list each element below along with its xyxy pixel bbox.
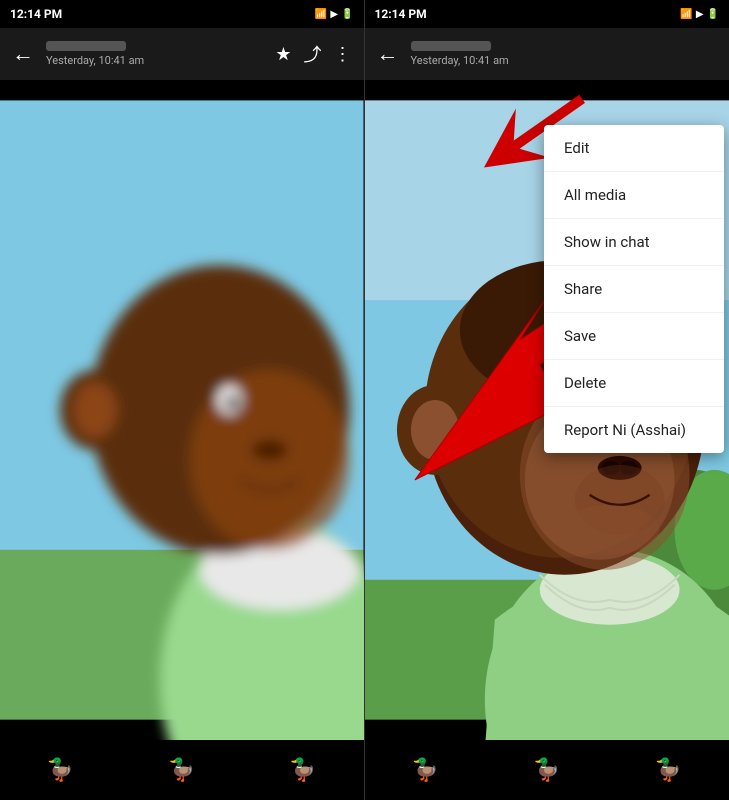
right-signal-icon: 📶 <box>680 9 692 20</box>
right-back-button[interactable]: ← <box>373 37 403 71</box>
left-status-icons: 📶 ▶ 🔋 <box>315 9 354 20</box>
right-time: 12:14 PM <box>375 7 427 21</box>
battery-icon: 🔋 <box>341 9 353 20</box>
left-header: ← Yesterday, 10:41 am ★ ⤴ ⋮ <box>0 28 364 80</box>
menu-item-share[interactable]: Share <box>544 266 724 313</box>
right-bottom-icon-2[interactable]: 🦆 <box>533 758 560 783</box>
left-panel: 12:14 PM 📶 ▶ 🔋 ← Yesterday, 10:41 am ★ ⤴… <box>0 0 364 800</box>
right-header-info: Yesterday, 10:41 am <box>411 41 722 67</box>
menu-item-delete[interactable]: Delete <box>544 360 724 407</box>
left-bottom-icon-2[interactable]: 🦆 <box>168 758 195 783</box>
right-image-area: Edit All media Show in chat Share Save D… <box>365 80 729 740</box>
right-contact-name <box>411 41 491 51</box>
left-more-icon[interactable]: ⋮ <box>330 40 356 69</box>
menu-item-report[interactable]: Report Ni (Asshai) <box>544 407 724 453</box>
left-status-bar: 12:14 PM 📶 ▶ 🔋 <box>0 0 364 28</box>
left-bottom-icon-1[interactable]: 🦆 <box>47 758 74 783</box>
right-bottom-bar: 🦆 🦆 🦆 <box>365 740 729 800</box>
left-header-actions: ★ ⤴ ⋮ <box>271 37 355 71</box>
right-status-bar: 12:14 PM 📶 ▶ 🔋 <box>365 0 729 28</box>
left-share-icon[interactable]: ⤴ <box>300 37 326 71</box>
left-back-button[interactable]: ← <box>8 37 38 71</box>
right-status-icons: 📶 ▶ 🔋 <box>680 9 719 20</box>
right-header: ← Yesterday, 10:41 am <box>365 28 729 80</box>
menu-item-save[interactable]: Save <box>544 313 724 360</box>
left-image-area <box>0 80 364 740</box>
left-bottom-bar: 🦆 🦆 🦆 <box>0 740 364 800</box>
left-bottom-icon-3[interactable]: 🦆 <box>289 758 316 783</box>
left-time: 12:14 PM <box>10 7 62 21</box>
left-star-icon[interactable]: ★ <box>271 40 295 69</box>
left-timestamp: Yesterday, 10:41 am <box>46 54 263 67</box>
menu-item-show-in-chat[interactable]: Show in chat <box>544 219 724 266</box>
left-image <box>0 80 364 740</box>
right-panel: 12:14 PM 📶 ▶ 🔋 ← Yesterday, 10:41 am <box>365 0 729 800</box>
right-bottom-icon-3[interactable]: 🦆 <box>655 758 682 783</box>
menu-item-all-media[interactable]: All media <box>544 172 724 219</box>
right-battery-icon: 🔋 <box>707 9 719 20</box>
wifi-icon: ▶ <box>330 9 338 20</box>
right-timestamp: Yesterday, 10:41 am <box>411 54 722 67</box>
context-menu: Edit All media Show in chat Share Save D… <box>544 125 724 453</box>
menu-item-edit[interactable]: Edit <box>544 125 724 172</box>
left-contact-name <box>46 41 126 51</box>
signal-icon: 📶 <box>315 9 327 20</box>
left-header-info: Yesterday, 10:41 am <box>46 41 263 67</box>
right-wifi-icon: ▶ <box>696 9 704 20</box>
right-bottom-icon-1[interactable]: 🦆 <box>412 758 439 783</box>
